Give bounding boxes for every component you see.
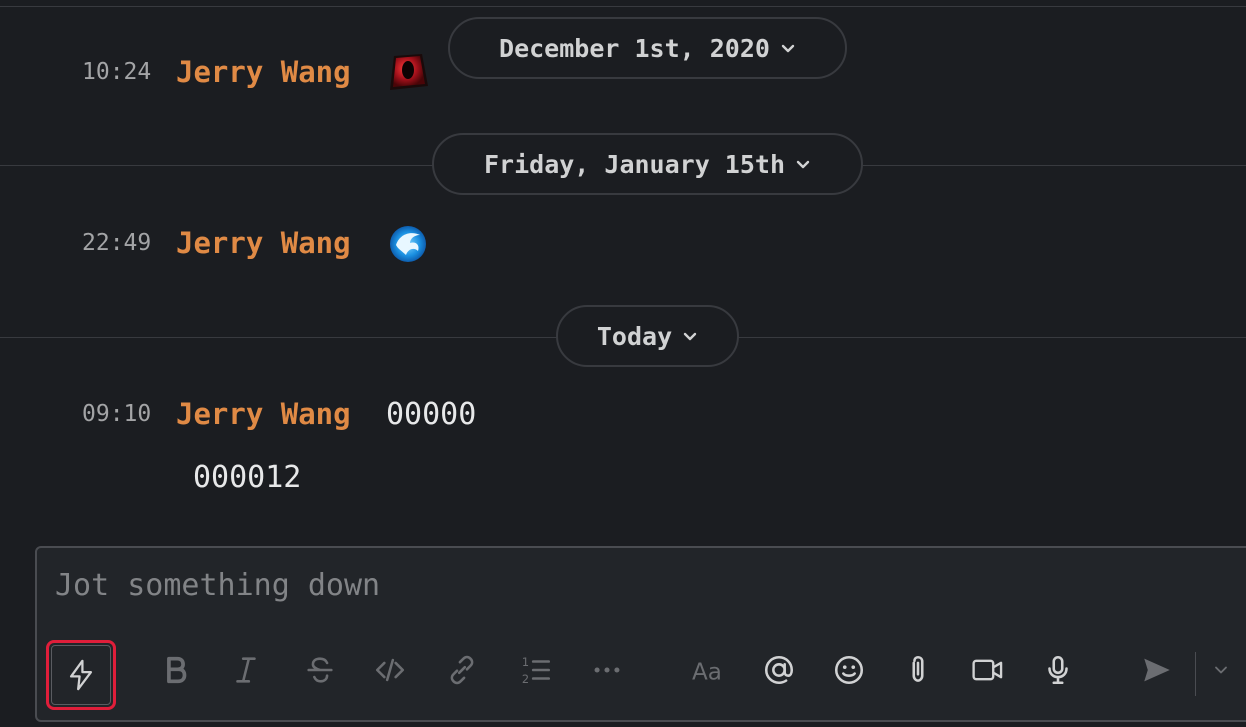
chevron-down-icon (796, 160, 810, 169)
message-author[interactable]: Jerry Wang (176, 55, 351, 89)
audio-button[interactable] (1028, 640, 1088, 700)
message-author[interactable]: Jerry Wang (176, 397, 351, 431)
link-button[interactable] (432, 640, 492, 700)
svg-text:1: 1 (522, 655, 529, 669)
mention-button[interactable] (749, 640, 809, 700)
smiley-icon (834, 655, 864, 685)
red-gem-emoji-icon (390, 54, 428, 90)
message-continuation-row: 000012 (0, 455, 1246, 499)
message-input[interactable] (55, 568, 1055, 603)
paperclip-icon (912, 655, 924, 682)
send-options-button[interactable] (1196, 640, 1246, 700)
date-divider-label: Today (596, 321, 673, 351)
video-camera-icon (972, 659, 1003, 681)
ordered-list-button[interactable]: 12 (506, 640, 566, 700)
strikethrough-icon (307, 657, 333, 683)
at-icon (764, 655, 794, 685)
message-row: 10:24 Jerry Wang (0, 50, 1246, 94)
message-text: 00000 (386, 396, 477, 432)
strikethrough-button[interactable] (290, 640, 350, 700)
attach-button[interactable] (888, 640, 948, 700)
bold-icon (167, 656, 187, 684)
more-formatting-button[interactable] (577, 640, 637, 700)
message-timestamp[interactable]: 09:10 (82, 401, 151, 427)
chevron-down-icon (683, 332, 697, 341)
bold-button[interactable] (146, 640, 206, 700)
link-icon (450, 655, 474, 685)
chevron-down-icon (1215, 666, 1227, 674)
video-button[interactable] (958, 640, 1018, 700)
text-format-icon: Aa (692, 660, 722, 686)
ordered-list-icon: 12 (522, 655, 551, 686)
message-row: 22:49 Jerry Wang (0, 221, 1246, 265)
message-author[interactable]: Jerry Wang (176, 226, 351, 260)
date-divider-label: Friday, January 15th (483, 149, 786, 179)
top-divider-line (0, 6, 1246, 7)
formatting-toggle-button[interactable]: Aa (679, 640, 739, 700)
lightning-icon (69, 659, 93, 691)
microphone-icon (1048, 655, 1068, 685)
send-button[interactable] (1127, 640, 1187, 700)
date-divider-pill[interactable]: Today (556, 305, 739, 367)
code-button[interactable] (360, 640, 420, 700)
shortcuts-button[interactable] (46, 640, 116, 710)
blue-phoenix-emoji-icon (390, 226, 426, 262)
message-row: 09:10 Jerry Wang 00000 (0, 392, 1246, 436)
message-timestamp[interactable]: 10:24 (82, 59, 151, 85)
message-text: 000012 (193, 459, 302, 495)
date-divider-pill[interactable]: Friday, January 15th (432, 133, 863, 195)
ellipsis-icon (594, 667, 620, 673)
italic-icon (236, 657, 256, 683)
code-icon (375, 658, 405, 682)
italic-button[interactable] (216, 640, 276, 700)
svg-text:Aa: Aa (692, 660, 722, 686)
message-composer: 12 Aa (35, 546, 1246, 722)
message-timestamp[interactable]: 22:49 (82, 230, 151, 256)
emoji-button[interactable] (819, 640, 879, 700)
svg-text:2: 2 (522, 672, 529, 686)
send-icon (1144, 658, 1170, 682)
